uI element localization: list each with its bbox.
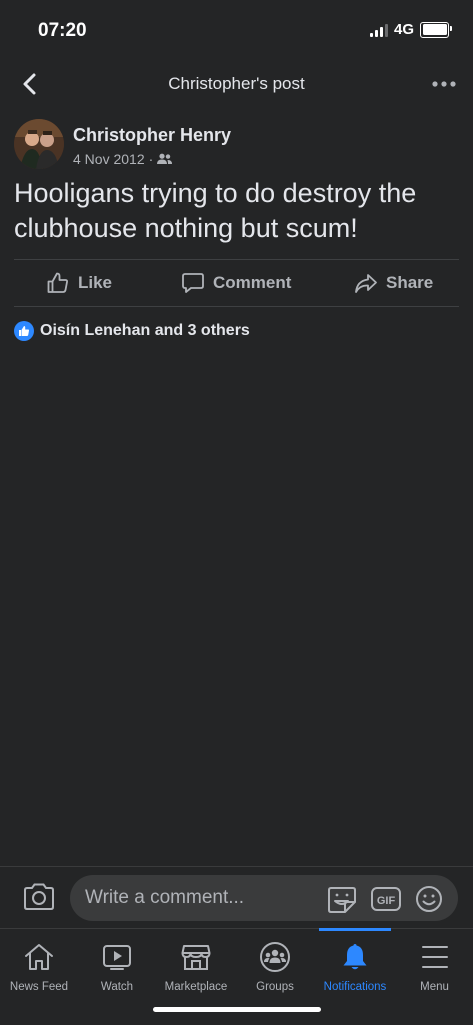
reactions-text: Oisín Lenehan and 3 others (40, 322, 250, 339)
post-header: Christopher Henry 4 Nov 2012 · (14, 119, 459, 171)
post-actions: Like Comment Share (0, 260, 473, 306)
bell-icon (338, 941, 372, 973)
page-title: Christopher's post (168, 74, 305, 93)
post-meta: 4 Nov 2012 · (73, 151, 173, 167)
video-icon (100, 941, 134, 973)
camera-icon (24, 883, 54, 910)
page-header: Christopher's post (0, 58, 473, 110)
tab-label: Marketplace (164, 981, 228, 993)
share-icon (355, 274, 377, 293)
tab-news-feed[interactable]: News Feed (0, 929, 78, 999)
tab-marketplace[interactable]: Marketplace (156, 929, 236, 999)
tab-menu[interactable]: Menu (396, 929, 473, 999)
avatar[interactable] (14, 119, 64, 169)
more-horizontal-icon (432, 81, 456, 87)
comment-button[interactable]: Comment (181, 260, 291, 306)
signal-icon (369, 23, 388, 37)
gif-label: GIF (377, 895, 396, 907)
post-text: Hooligans trying to do destroy the clubh… (14, 178, 417, 243)
comment-bar: GIF (0, 866, 473, 929)
author-name[interactable]: Christopher Henry (73, 125, 231, 146)
tab-label: Menu (420, 981, 449, 993)
tab-groups[interactable]: Groups (236, 929, 314, 999)
emoji-button[interactable] (414, 884, 444, 914)
gif-button[interactable]: GIF (370, 885, 402, 913)
sticker-button[interactable] (326, 884, 358, 914)
shop-icon (179, 941, 213, 973)
meta-separator: · (148, 151, 154, 167)
menu-icon (418, 941, 452, 973)
emoji-icon (416, 886, 442, 912)
status-indicators: 4G (369, 21, 452, 38)
tab-label: Groups (256, 981, 294, 993)
share-label: Share (386, 273, 434, 292)
like-button[interactable]: Like (46, 260, 112, 306)
reactions-summary[interactable]: Oisín Lenehan and 3 others (14, 321, 250, 341)
home-indicator[interactable] (153, 1007, 321, 1012)
friends-icon (157, 153, 173, 164)
battery-icon (420, 21, 452, 38)
groups-icon (258, 941, 292, 973)
tab-label: Watch (100, 981, 134, 993)
tab-watch[interactable]: Watch (78, 929, 156, 999)
home-icon (22, 941, 56, 973)
comment-icon (182, 273, 204, 293)
network-type: 4G (393, 21, 414, 38)
avatar-photo (14, 119, 64, 169)
camera-button[interactable] (22, 882, 56, 912)
status-bar: 07:20 4G (0, 0, 473, 58)
comment-label: Comment (213, 273, 292, 292)
post-date[interactable]: 4 Nov 2012 (73, 151, 145, 167)
tab-notifications[interactable]: Notifications (314, 929, 396, 999)
tab-label: Notifications (323, 981, 387, 993)
divider (14, 306, 459, 307)
like-reaction-icon (14, 321, 34, 341)
more-options-button[interactable] (429, 70, 459, 98)
like-label: Like (78, 273, 113, 292)
status-time: 07:20 (38, 20, 87, 41)
gif-icon: GIF (371, 887, 401, 911)
share-button[interactable]: Share (354, 260, 433, 306)
sticker-icon (328, 887, 356, 913)
thumbs-up-icon (47, 272, 68, 293)
tab-label: News Feed (9, 981, 69, 993)
